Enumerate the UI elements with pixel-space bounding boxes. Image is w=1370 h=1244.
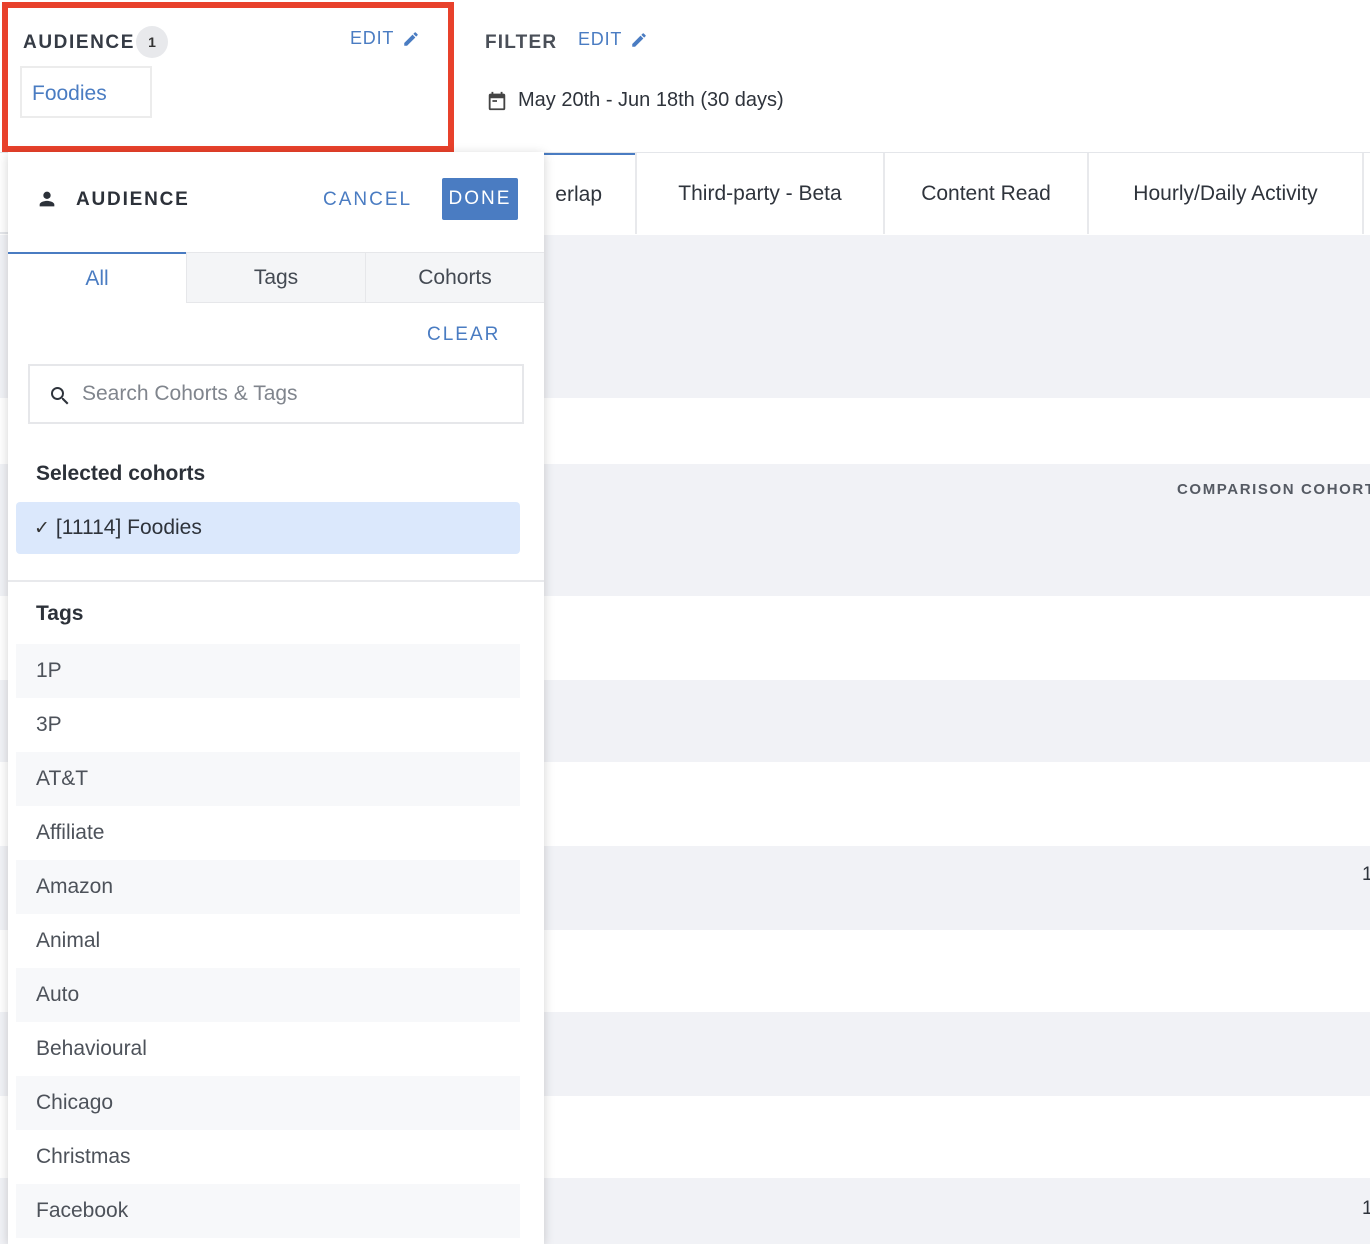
panel-tabs: All Tags Cohorts <box>8 252 544 303</box>
audience-title: AUDIENCE <box>23 32 136 53</box>
date-range[interactable]: May 20th - Jun 18th (30 days) <box>486 89 784 112</box>
done-button[interactable]: DONE <box>442 178 518 220</box>
tag-item-chicago[interactable]: Chicago <box>16 1076 520 1130</box>
panel-title: AUDIENCE <box>76 189 190 210</box>
table-cell-value: 1 <box>1362 864 1370 885</box>
table-cell-value: 1 <box>1362 1198 1370 1219</box>
tab-all[interactable]: All <box>8 252 186 303</box>
tab-overflow-edge <box>1362 153 1370 234</box>
person-icon <box>39 191 55 207</box>
tag-item-animal[interactable]: Animal <box>16 914 520 968</box>
tag-item-behavioural[interactable]: Behavioural <box>16 1022 520 1076</box>
pencil-icon <box>404 31 418 46</box>
tab-cohorts[interactable]: Cohorts <box>365 252 544 303</box>
cancel-button[interactable]: CANCEL <box>323 189 412 211</box>
tab-third-party-beta[interactable]: Third-party - Beta <box>635 153 883 234</box>
tag-item-affiliate[interactable]: Affiliate <box>16 806 520 860</box>
audience-dropdown-panel: AUDIENCE CANCEL DONE All Tags Cohorts CL… <box>8 152 544 1244</box>
tag-item-auto[interactable]: Auto <box>16 968 520 1022</box>
tag-item-1p[interactable]: 1P <box>16 644 520 698</box>
search-icon <box>51 387 69 405</box>
check-icon: ✓ <box>34 517 50 539</box>
tag-item-facebook[interactable]: Facebook <box>16 1184 520 1238</box>
tag-item-christmas[interactable]: Christmas <box>16 1130 520 1184</box>
audience-count-badge: 1 <box>136 26 168 58</box>
tab-tags[interactable]: Tags <box>186 252 365 303</box>
audience-edit-button[interactable]: EDIT <box>350 28 420 49</box>
tab-content-read[interactable]: Content Read <box>883 153 1087 234</box>
tag-item-att[interactable]: AT&T <box>16 752 520 806</box>
tab-hourly-daily-activity[interactable]: Hourly/Daily Activity <box>1087 153 1362 234</box>
divider <box>8 580 544 582</box>
filter-title: FILTER <box>485 32 558 53</box>
pencil-icon <box>632 32 646 47</box>
tag-item-3p[interactable]: 3P <box>16 698 520 752</box>
search-box <box>28 364 524 424</box>
calendar-icon <box>488 91 506 110</box>
panel-header: AUDIENCE CANCEL DONE <box>8 152 544 252</box>
tag-item-amazon[interactable]: Amazon <box>16 860 520 914</box>
clear-button[interactable]: CLEAR <box>427 324 500 346</box>
audience-section: AUDIENCE 1 EDIT Foodies <box>2 2 454 152</box>
tags-heading: Tags <box>36 602 84 625</box>
selected-cohorts-heading: Selected cohorts <box>36 462 206 485</box>
report-header: AUDIENCE 1 EDIT Foodies FILTER EDIT May … <box>0 0 1370 153</box>
selected-cohort-label: [11114] Foodies <box>55 516 202 539</box>
selected-cohort-item[interactable]: ✓ [11114] Foodies <box>16 502 520 554</box>
date-range-text: May 20th - Jun 18th (30 days) <box>518 89 784 111</box>
filter-edit-button[interactable]: EDIT <box>578 29 648 50</box>
tag-list: 1P 3P AT&T Affiliate Amazon Animal Auto … <box>16 644 520 1238</box>
comparison-cohort-column-header: COMPARISON COHORT <box>1177 481 1370 498</box>
audience-chip-foodies[interactable]: Foodies <box>20 66 152 118</box>
search-input[interactable] <box>82 366 512 422</box>
audience-edit-label: EDIT <box>350 28 395 48</box>
filter-edit-label: EDIT <box>578 29 623 49</box>
